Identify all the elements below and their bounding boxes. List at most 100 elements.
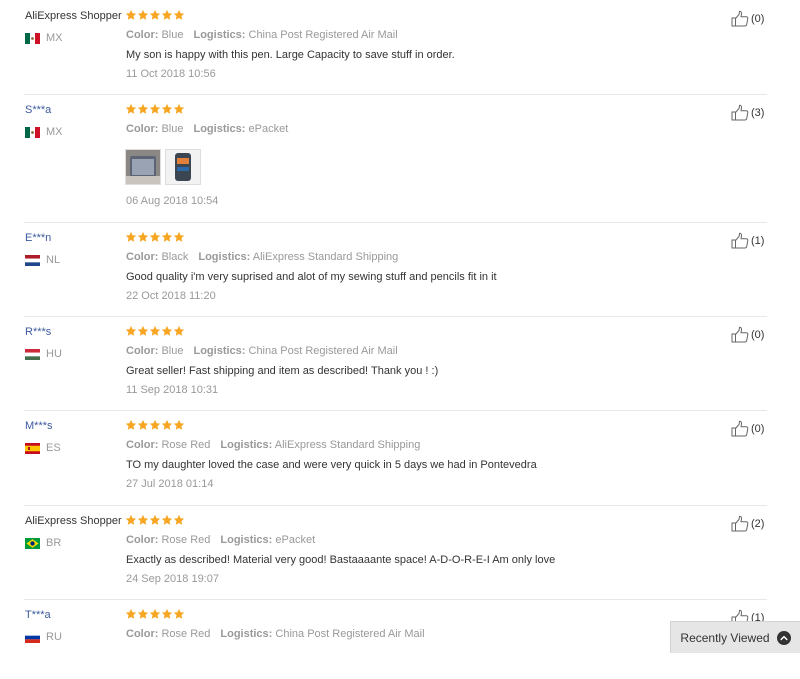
logistics-label: Logistics:	[220, 439, 273, 451]
color-value: Rose Red	[161, 534, 211, 546]
star-icon	[137, 231, 149, 243]
star-icon	[173, 419, 185, 431]
review-text: TO my daughter loved the case and were v…	[126, 459, 537, 471]
thumbs-up-icon	[731, 104, 751, 121]
chevron-up-icon	[776, 630, 791, 645]
star-icon	[125, 325, 137, 337]
helpful-count: (2)	[751, 517, 765, 530]
recently-viewed-button[interactable]: Recently Viewed	[670, 621, 800, 653]
star-icon	[161, 608, 173, 620]
helpful-count: (3)	[751, 106, 765, 119]
review-text: Exactly as described! Material very good…	[126, 554, 556, 566]
star-icon	[125, 608, 137, 620]
review-date: 24 Sep 2018 19:07	[126, 573, 219, 585]
reviewer-name[interactable]: R***s	[25, 326, 51, 338]
color-label: Color:	[126, 534, 159, 546]
review-photo-thumbnail[interactable]	[165, 149, 201, 185]
helpful-count: (1)	[751, 234, 765, 247]
star-icon	[137, 103, 149, 115]
star-icon	[137, 325, 149, 337]
logistics-label: Logistics:	[193, 123, 246, 135]
russia-flag-icon	[25, 631, 40, 643]
star-icon	[149, 9, 161, 21]
helpful-count: (0)	[751, 328, 765, 341]
review-text: My son is happy with this pen. Large Cap…	[126, 49, 455, 61]
country-code: MX	[46, 32, 63, 44]
reviewer-country: NL	[25, 254, 60, 266]
star-icon	[149, 231, 161, 243]
review-date: 22 Oct 2018 11:20	[126, 290, 216, 302]
review-item: AliExpress Shopper BR Color: Rose Red Logis…	[0, 505, 800, 599]
reviewer-country: MX	[25, 126, 63, 138]
helpful-button[interactable]: (1)	[731, 232, 764, 249]
star-icon	[161, 231, 173, 243]
reviewer-country: RU	[25, 631, 62, 643]
country-code: NL	[46, 254, 61, 266]
color-label: Color:	[126, 123, 159, 135]
logistics-value: China Post Registered Air Mail	[275, 628, 425, 640]
star-icon	[161, 103, 173, 115]
brazil-flag-icon	[25, 537, 40, 549]
helpful-button[interactable]: (2)	[731, 515, 764, 532]
thumbs-up-icon	[731, 420, 751, 437]
helpful-button[interactable]: (0)	[731, 10, 764, 27]
order-attributes: Color: Blue Logistics: China Post Registe…	[126, 345, 398, 357]
logistics-value: China Post Registered Air Mail	[248, 345, 398, 357]
review-item: M***s ES Color: Rose Red Logistics: AliExpr…	[0, 410, 800, 505]
mexico-flag-icon	[25, 32, 40, 44]
star-icon	[173, 9, 185, 21]
recently-viewed-label: Recently Viewed	[680, 630, 770, 645]
helpful-button[interactable]: (3)	[731, 104, 764, 121]
review-photos	[125, 149, 205, 185]
star-icon	[161, 419, 173, 431]
color-value: Rose Red	[161, 439, 211, 451]
country-code: ES	[46, 442, 61, 454]
star-icon	[149, 419, 161, 431]
reviewer-country: ES	[25, 442, 61, 454]
review-item: R***s HU Color: Blue Logistics: China Post …	[0, 316, 800, 410]
reviewer-name[interactable]: T***a	[25, 609, 51, 621]
star-icon	[149, 103, 161, 115]
color-value: Rose Red	[161, 628, 211, 640]
color-label: Color:	[126, 439, 159, 451]
mexico-flag-icon	[25, 126, 40, 138]
order-attributes: Color: Black Logistics: AliExpress Standa…	[126, 251, 398, 263]
color-label: Color:	[126, 345, 159, 357]
helpful-button[interactable]: (0)	[731, 420, 764, 437]
logistics-value: AliExpress Standard Shipping	[252, 251, 399, 263]
logistics-label: Logistics:	[198, 251, 251, 263]
review-text: Good quality i'm very suprised and alot …	[126, 271, 497, 283]
review-date: 27 Jul 2018 01:14	[126, 478, 214, 490]
reviewer-country: MX	[25, 32, 63, 44]
logistics-value: AliExpress Standard Shipping	[274, 439, 421, 451]
review-date: 06 Aug 2018 10:54	[126, 195, 219, 207]
helpful-count: (0)	[751, 422, 765, 435]
review-item: E***n NL Color: Black Logistics: AliExpress…	[0, 222, 800, 316]
order-attributes: Color: Rose Red Logistics: AliExpress Sta…	[126, 439, 420, 451]
thumbs-up-icon	[731, 232, 751, 249]
logistics-value: ePacket	[248, 123, 289, 135]
review-photo-thumbnail[interactable]	[125, 149, 161, 185]
review-date: 11 Sep 2018 10:31	[126, 384, 219, 396]
star-rating	[125, 514, 185, 528]
review-date: 11 Oct 2018 10:56	[126, 68, 216, 80]
spain-flag-icon	[25, 442, 40, 454]
star-rating	[125, 231, 185, 245]
star-icon	[173, 514, 185, 526]
thumbs-up-icon	[731, 515, 751, 532]
reviewer-name[interactable]: E***n	[25, 232, 51, 244]
order-attributes: Color: Blue Logistics: ePacket	[126, 123, 288, 135]
helpful-button[interactable]: (0)	[731, 326, 764, 343]
reviewer-name[interactable]: S***a	[25, 104, 51, 116]
country-code: MX	[46, 126, 63, 138]
logistics-label: Logistics:	[193, 345, 246, 357]
order-attributes: Color: Rose Red Logistics: ePacket	[126, 534, 315, 546]
star-icon	[125, 514, 137, 526]
star-rating	[125, 608, 185, 622]
review-item: S***a MX Color: Blue Logistics: ePacket 06 A…	[0, 94, 800, 222]
reviewer-name[interactable]: M***s	[25, 420, 53, 432]
star-icon	[161, 514, 173, 526]
star-icon	[149, 325, 161, 337]
country-code: HU	[46, 348, 62, 360]
logistics-label: Logistics:	[220, 628, 273, 640]
